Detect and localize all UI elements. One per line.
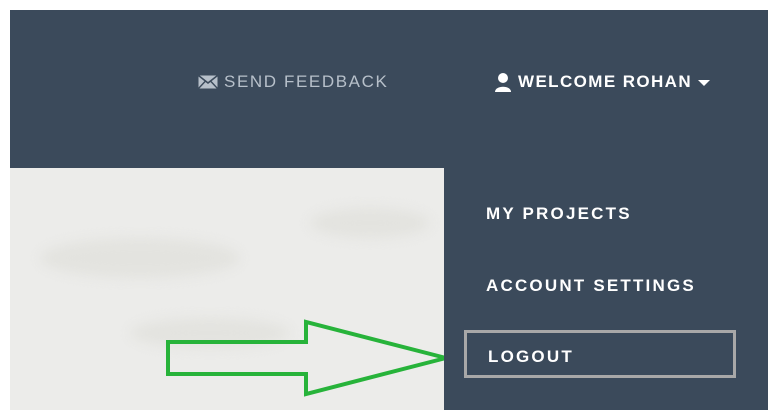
user-icon (494, 72, 512, 92)
screenshot-frame: SEND FEEDBACK WELCOME ROHAN MY PROJECTS … (0, 0, 778, 420)
chevron-down-icon (698, 80, 711, 86)
top-navbar: SEND FEEDBACK WELCOME ROHAN (10, 10, 768, 168)
welcome-label: WELCOME ROHAN (518, 72, 693, 91)
send-feedback-link[interactable]: SEND FEEDBACK (198, 72, 388, 92)
background-smudge (310, 208, 430, 238)
send-feedback-label: SEND FEEDBACK (224, 72, 389, 91)
menu-item-logout[interactable]: LOGOUT (488, 347, 574, 367)
menu-item-my-projects[interactable]: MY PROJECTS (486, 204, 632, 224)
arrow-right-icon (166, 319, 447, 397)
background-smudge (40, 238, 240, 278)
envelope-icon (198, 75, 218, 89)
menu-item-account-settings[interactable]: ACCOUNT SETTINGS (486, 276, 696, 296)
user-dropdown-menu: MY PROJECTS ACCOUNT SETTINGS LOGOUT (444, 168, 768, 410)
user-menu-toggle[interactable]: WELCOME ROHAN (494, 72, 711, 92)
